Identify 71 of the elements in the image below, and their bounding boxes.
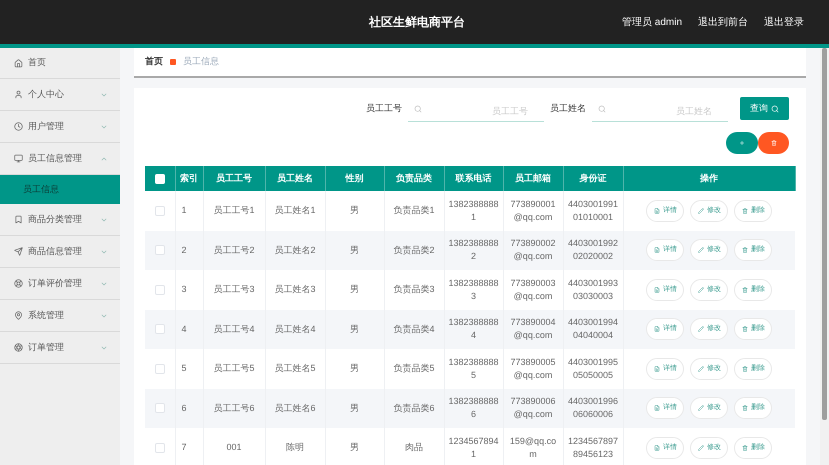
sidebar-item[interactable]: 商品信息管理 [0, 236, 120, 268]
search-icon [598, 104, 606, 112]
checkbox[interactable] [154, 206, 165, 216]
pencil-icon [698, 247, 704, 254]
monitor-icon [14, 154, 23, 163]
app-title: 社区生鲜电商平台 [369, 14, 465, 31]
breadcrumb-current: 员工信息 [183, 55, 219, 68]
table-cell: 男 [325, 428, 384, 465]
trash-icon [742, 247, 748, 254]
sidebar-subitem[interactable]: 员工信息 [0, 175, 120, 204]
file-icon [654, 444, 660, 451]
pencil-icon [698, 208, 704, 214]
pin-icon [14, 311, 23, 320]
table-cell: 12345678941 [444, 428, 503, 465]
file-icon [654, 208, 660, 214]
table-cell: 159@qq.com [503, 428, 563, 465]
checkbox[interactable] [154, 324, 165, 334]
field-label: 员工工号 [366, 102, 402, 115]
plus-icon [739, 140, 745, 146]
sidebar-item[interactable]: 用户管理 [0, 111, 120, 143]
search-icon [414, 104, 422, 112]
sidebar-item[interactable]: 订单管理 [0, 332, 120, 364]
file-icon [654, 405, 660, 412]
sidebar-item[interactable]: 订单评价管理 [0, 268, 120, 300]
sidebar-item[interactable]: 商品分类管理 [0, 204, 120, 236]
bookmark-icon [14, 215, 23, 224]
send-icon [14, 247, 23, 256]
checkbox[interactable] [154, 245, 165, 256]
checkbox[interactable] [154, 442, 165, 453]
delete-button[interactable] [758, 132, 789, 154]
file-icon [654, 247, 660, 254]
clock-icon [14, 122, 23, 131]
checkbox[interactable] [154, 284, 165, 295]
field-label: 员工姓名 [550, 102, 586, 115]
search-button[interactable]: 查询 [740, 97, 789, 120]
trash-icon [742, 444, 748, 451]
trash-icon [742, 326, 748, 332]
pencil-icon [698, 444, 704, 451]
home-icon [14, 58, 23, 68]
user-icon [14, 90, 23, 99]
logout-link[interactable]: 退出登录 [764, 14, 804, 30]
lifebuoy-icon [14, 279, 23, 288]
pencil-icon [698, 326, 704, 332]
table-cell: 陈明 [265, 428, 325, 465]
sidebar-item[interactable]: 个人中心 [0, 79, 120, 111]
table-cell: 123456789789456123 [563, 428, 623, 465]
file-icon [654, 366, 660, 372]
admin-link[interactable]: 管理员 admin [622, 14, 682, 30]
aperture-icon [14, 343, 23, 352]
sidebar-item[interactable]: 首页 [0, 48, 120, 79]
file-icon [654, 326, 660, 332]
breadcrumb-link[interactable]: 首页 [145, 55, 163, 69]
table-cell: 001 [203, 428, 265, 465]
logout-link[interactable]: 退出到前台 [698, 14, 748, 30]
trash-icon [742, 286, 748, 293]
trash-icon [742, 405, 748, 412]
checkbox[interactable] [154, 403, 165, 414]
pencil-icon [698, 405, 704, 412]
trash-icon [770, 140, 776, 146]
pencil-icon [698, 286, 704, 293]
add-button[interactable] [726, 132, 758, 154]
trash-icon [742, 208, 748, 214]
file-icon [654, 286, 660, 293]
checkbox[interactable] [154, 364, 165, 374]
trash-icon [742, 366, 748, 372]
table-cell: 7 [175, 428, 203, 465]
breadcrumb-separator-icon [170, 59, 176, 65]
pencil-icon [698, 366, 704, 372]
table-cell: 肉品 [384, 428, 444, 465]
sidebar-item[interactable]: 系统管理 [0, 300, 120, 332]
search-icon [771, 104, 779, 112]
